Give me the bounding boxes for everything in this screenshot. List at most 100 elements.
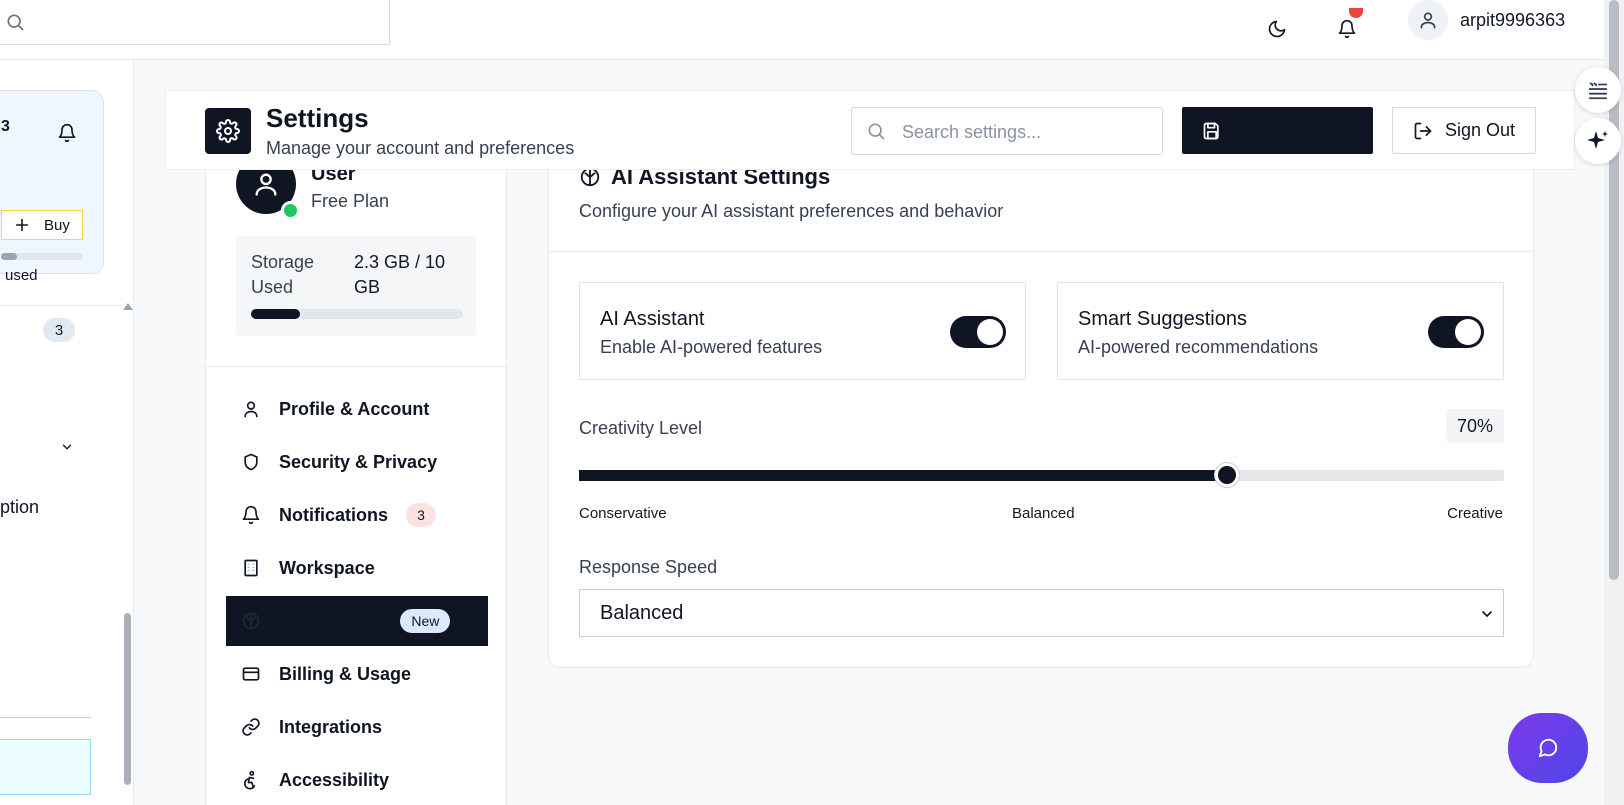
profile-plan: Free Plan bbox=[311, 191, 390, 211]
storage-progress-fill bbox=[251, 309, 300, 319]
info-box bbox=[0, 739, 91, 795]
quote-panel-button[interactable] bbox=[1575, 67, 1621, 113]
divider bbox=[0, 717, 91, 718]
brain-icon bbox=[241, 611, 261, 631]
nav-item-integrations[interactable]: Integrations bbox=[226, 702, 488, 752]
plus-icon bbox=[14, 217, 30, 233]
creativity-label: Creativity Level bbox=[579, 418, 703, 438]
page-subtitle: Manage your account and preferences bbox=[266, 138, 575, 158]
accessibility-icon bbox=[241, 770, 261, 790]
bell-icon[interactable] bbox=[57, 123, 77, 143]
nav-item-accessibility[interactable]: Accessibility bbox=[226, 755, 488, 805]
response-speed-label: Response Speed bbox=[579, 557, 718, 577]
credits-card: 3 Buy used bbox=[0, 90, 104, 284]
toggle-subtitle: AI-powered recommendations bbox=[1078, 337, 1319, 357]
credits-used-text: used bbox=[5, 267, 38, 284]
slider-thumb[interactable] bbox=[1214, 463, 1239, 487]
chevron-down-icon[interactable] bbox=[60, 440, 74, 454]
creativity-value-badge: 70% bbox=[1446, 409, 1504, 443]
section-description: Configure your AI assistant preferences … bbox=[579, 201, 1004, 221]
settings-search-input[interactable] bbox=[902, 120, 1152, 144]
buy-label: Buy bbox=[44, 216, 70, 234]
notification-dot bbox=[1349, 8, 1363, 18]
toggle-title: AI Assistant bbox=[600, 308, 705, 330]
sparkle-icon bbox=[1586, 129, 1610, 153]
save-changes-button[interactable]: Save Changes bbox=[1182, 107, 1373, 154]
chevron-down-icon bbox=[1479, 606, 1495, 622]
ai-sparkle-button[interactable] bbox=[1575, 118, 1621, 164]
nav-item-label: Integrations bbox=[279, 716, 383, 737]
search-icon bbox=[866, 121, 886, 141]
settings-logo bbox=[205, 108, 251, 154]
nav-item-billing[interactable]: Billing & Usage bbox=[226, 649, 488, 699]
ai-assistant-toggle-card: AI Assistant Enable AI-powered features bbox=[579, 282, 1026, 380]
search-icon bbox=[5, 12, 25, 32]
sign-out-label: Sign Out bbox=[1445, 120, 1516, 140]
online-status-dot bbox=[281, 201, 300, 220]
nav-item-security[interactable]: Security & Privacy bbox=[226, 437, 488, 487]
nav-item-ai-assistant[interactable]: AI Assistant New bbox=[226, 596, 488, 646]
page-title: Settings bbox=[266, 103, 369, 133]
user-icon bbox=[252, 170, 280, 198]
sidebar-scroll-thumb[interactable] bbox=[124, 613, 131, 785]
bell-icon bbox=[1337, 19, 1357, 39]
count-badge: 3 bbox=[43, 318, 75, 342]
toggle-title: Smart Suggestions bbox=[1078, 308, 1247, 330]
settings-search[interactable] bbox=[851, 107, 1163, 155]
smart-suggestions-toggle[interactable] bbox=[1428, 316, 1484, 348]
theme-toggle-button[interactable] bbox=[1256, 8, 1298, 50]
nav-item-workspace[interactable]: Workspace bbox=[226, 543, 488, 593]
new-badge: New bbox=[400, 609, 451, 633]
global-search-input[interactable] bbox=[0, 0, 390, 45]
scroll-up-arrow-icon[interactable] bbox=[123, 303, 133, 310]
settings-nav: User Free Plan Storage Used 2.3 GB / 10 … bbox=[205, 154, 508, 805]
ai-settings-card: AI Assistant Settings Configure your AI … bbox=[548, 150, 1534, 668]
nav-item-label: Profile & Account bbox=[279, 398, 430, 419]
nav-item-notifications[interactable]: Notifications 3 bbox=[226, 490, 488, 540]
smart-suggestions-toggle-card: Smart Suggestions AI-powered recommendat… bbox=[1057, 282, 1504, 380]
toggle-subtitle: Enable AI-powered features bbox=[600, 337, 823, 357]
notification-count-badge: 3 bbox=[406, 503, 437, 527]
credits-progress-fill bbox=[1, 253, 18, 260]
creativity-slider[interactable] bbox=[579, 463, 1504, 487]
username: arpit9996363 bbox=[1460, 9, 1566, 30]
user-icon bbox=[1418, 10, 1438, 30]
sidebar-scrollbar[interactable] bbox=[122, 303, 134, 805]
sidebar-item-label[interactable]: ption bbox=[0, 497, 39, 518]
top-bar: arpit9996363 bbox=[0, 0, 1624, 60]
sign-out-icon bbox=[1413, 121, 1433, 141]
toggle-knob bbox=[977, 319, 1003, 345]
chat-bubble-icon bbox=[1537, 737, 1559, 759]
user-menu[interactable]: arpit9996363 bbox=[1408, 0, 1565, 40]
link-icon bbox=[241, 717, 261, 737]
credits-progress-bar bbox=[1, 253, 83, 260]
response-speed-select[interactable]: Balanced bbox=[579, 589, 1504, 637]
divider bbox=[0, 305, 122, 306]
nav-item-label: Security & Privacy bbox=[279, 451, 438, 472]
scale-label-creative: Creative bbox=[1447, 505, 1503, 522]
moon-icon bbox=[1267, 19, 1287, 39]
credit-card-icon bbox=[241, 664, 261, 684]
storage-label: Storage Used bbox=[251, 252, 315, 297]
storage-card: Storage Used 2.3 GB / 10 GB bbox=[236, 236, 476, 336]
chat-button[interactable] bbox=[1508, 713, 1588, 783]
storage-progress-bar bbox=[251, 309, 463, 319]
nav-item-label: Workspace bbox=[279, 557, 375, 578]
toggle-knob bbox=[1455, 319, 1481, 345]
nav-item-label: Billing & Usage bbox=[279, 663, 412, 684]
scale-label-conservative: Conservative bbox=[579, 505, 667, 522]
sign-out-button[interactable]: Sign Out bbox=[1392, 107, 1536, 154]
divider bbox=[206, 366, 508, 367]
notifications-button[interactable] bbox=[1326, 8, 1368, 50]
nav-item-label: AI Assistant bbox=[279, 610, 383, 631]
gear-icon bbox=[216, 119, 240, 143]
ai-assistant-toggle[interactable] bbox=[950, 316, 1006, 348]
nav-item-label: Accessibility bbox=[279, 769, 390, 790]
nav-item-profile[interactable]: Profile & Account bbox=[226, 384, 488, 434]
settings-header: Settings Manage your account and prefere… bbox=[165, 90, 1575, 170]
bell-icon bbox=[241, 505, 261, 525]
save-label: Save Changes bbox=[1234, 120, 1353, 140]
buy-credits-button[interactable]: Buy bbox=[1, 210, 83, 240]
shield-icon bbox=[241, 452, 261, 472]
storage-value: 2.3 GB / 10 GB bbox=[354, 252, 446, 297]
